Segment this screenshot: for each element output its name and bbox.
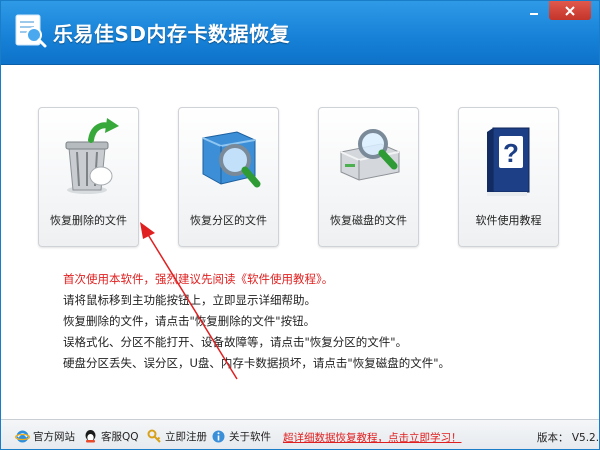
close-button[interactable] bbox=[549, 1, 591, 20]
version-label: 版本： V5.2.0 bbox=[537, 432, 600, 444]
app-logo-icon bbox=[15, 14, 47, 48]
disk-search-icon bbox=[340, 129, 400, 181]
ie-globe-icon bbox=[15, 430, 30, 443]
partition-search-icon bbox=[202, 131, 261, 188]
app-window: 乐易佳SD内存卡数据恢复 恢复删除的文件 恢复分区的文件 恢复磁盘的文件 ? 软… bbox=[0, 0, 600, 450]
tutorial-promo-link[interactable]: 超详细数据恢复教程，点击立即学习！ bbox=[283, 430, 462, 445]
tile-label-partition: 恢复分区的文件 bbox=[190, 214, 267, 227]
bottom-bar: 官方网站 客服QQ 立即注册 关于软件 超详细数据恢复教程，点击立即学习！ 版本… bbox=[1, 419, 600, 449]
help-line-partition: 误格式化、分区不能打开、设备故障等，请点击"恢复分区的文件"。 bbox=[63, 335, 408, 349]
help-book-icon: ? bbox=[487, 127, 530, 196]
recover-deleted-files-button[interactable]: 恢复删除的文件 bbox=[38, 107, 139, 247]
app-title: 乐易佳SD内存卡数据恢复 bbox=[53, 22, 291, 46]
recycle-bin-restore-icon bbox=[65, 118, 119, 194]
about-label: 关于软件 bbox=[229, 431, 271, 443]
about-link[interactable]: 关于软件 bbox=[211, 429, 271, 444]
help-line-hover-hint: 请将鼠标移到主功能按钮上，立即显示详细帮助。 bbox=[63, 293, 316, 307]
software-tutorial-button[interactable]: ? 软件使用教程 bbox=[458, 107, 559, 247]
title-bar: 乐易佳SD内存卡数据恢复 bbox=[1, 1, 599, 65]
tile-label-tutorial: 软件使用教程 bbox=[475, 214, 542, 227]
minimize-icon bbox=[530, 12, 538, 15]
recover-partition-files-button[interactable]: 恢复分区的文件 bbox=[178, 107, 279, 247]
official-site-label: 官方网站 bbox=[33, 431, 75, 443]
key-icon bbox=[147, 429, 161, 443]
svg-text:?: ? bbox=[503, 138, 519, 168]
qq-support-label: 客服QQ bbox=[101, 431, 139, 443]
register-link[interactable]: 立即注册 bbox=[147, 429, 207, 444]
recover-disk-files-button[interactable]: 恢复磁盘的文件 bbox=[318, 107, 419, 247]
info-icon bbox=[212, 430, 225, 443]
help-line-disk: 硬盘分区丢失、误分区，U盘、内存卡数据损坏，请点击"恢复磁盘的文件"。 bbox=[63, 356, 450, 370]
tile-label-deleted: 恢复删除的文件 bbox=[50, 214, 127, 227]
qq-penguin-icon bbox=[85, 430, 96, 443]
help-line-recommend-tutorial: 首次使用本软件，强烈建议先阅读《软件使用教程》。 bbox=[63, 272, 334, 286]
qq-support-link[interactable]: 客服QQ bbox=[83, 429, 139, 444]
minimize-button[interactable] bbox=[521, 1, 547, 20]
register-label: 立即注册 bbox=[165, 431, 207, 443]
tile-label-disk: 恢复磁盘的文件 bbox=[330, 214, 407, 227]
close-icon bbox=[565, 5, 575, 16]
official-site-link[interactable]: 官方网站 bbox=[15, 429, 75, 444]
help-text: 首次使用本软件，强烈建议先阅读《软件使用教程》。 请将鼠标移到主功能按钮上，立即… bbox=[63, 269, 450, 374]
help-line-deleted: 恢复删除的文件，请点击"恢复删除的文件"按钮。 bbox=[63, 314, 316, 328]
